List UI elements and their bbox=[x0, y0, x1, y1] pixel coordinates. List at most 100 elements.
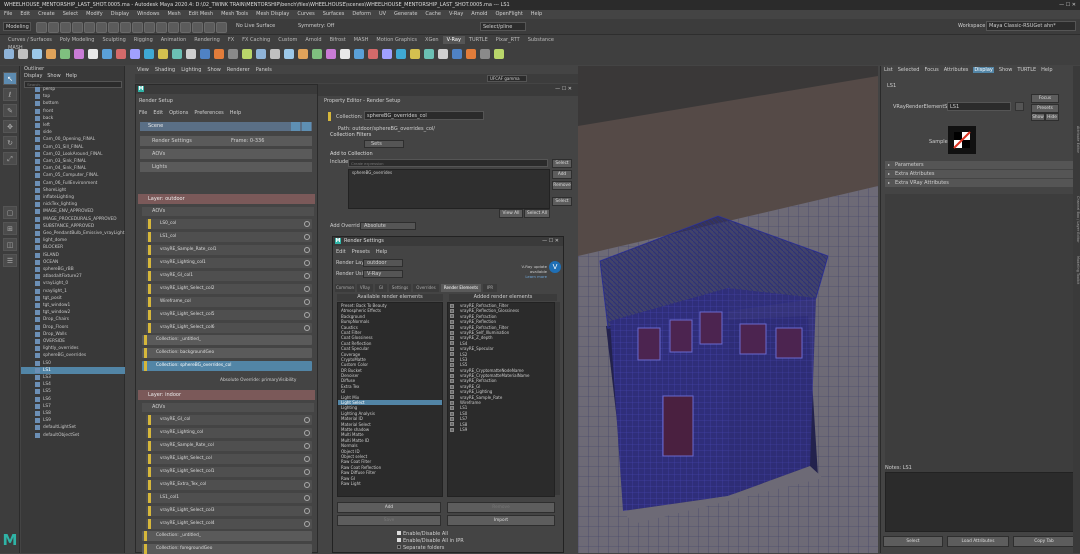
scene-render-icon[interactable] bbox=[302, 122, 311, 131]
menu-edit-mesh[interactable]: Edit Mesh bbox=[189, 10, 213, 19]
element-enabled-icon[interactable] bbox=[450, 416, 454, 421]
select-all-button[interactable]: Select All bbox=[524, 209, 550, 218]
menu-openflight[interactable]: OpenFlight bbox=[495, 10, 522, 19]
render-settings-menu-help[interactable]: Help bbox=[376, 249, 387, 255]
outliner-item[interactable]: LS8 bbox=[21, 410, 125, 417]
element-enabled-icon[interactable] bbox=[450, 411, 454, 416]
visibility-toggle-icon[interactable] bbox=[304, 508, 310, 514]
aov-collection-row[interactable]: vrayRE_Light_Select_col6 bbox=[146, 323, 312, 333]
status-tool-icon[interactable] bbox=[144, 22, 155, 33]
menu-modify[interactable]: Modify bbox=[86, 10, 103, 19]
shelf-tab[interactable]: Custom bbox=[274, 36, 301, 44]
enable-all-ipr-checkbox[interactable]: Enable/Disable All in IPR bbox=[397, 538, 464, 545]
shelf-tool-icon[interactable] bbox=[480, 49, 490, 59]
outliner-view-icon[interactable]: ☰ bbox=[3, 254, 17, 267]
shelf-tool-icon[interactable] bbox=[284, 49, 294, 59]
status-tool-icon[interactable] bbox=[192, 22, 203, 33]
outliner-item[interactable]: LS7 bbox=[21, 403, 125, 410]
render-layer-dropdown[interactable]: outdoor bbox=[363, 259, 403, 267]
outliner-item[interactable]: nickTex_lighting bbox=[21, 201, 125, 208]
shelf-tool-icon[interactable] bbox=[466, 49, 476, 59]
viewport-menu-view[interactable]: View bbox=[137, 67, 149, 73]
shelf-tool-icon[interactable] bbox=[144, 49, 154, 59]
status-tool-icon[interactable] bbox=[96, 22, 107, 33]
menu-display[interactable]: Display bbox=[111, 10, 129, 19]
outliner-item[interactable]: light_dome bbox=[21, 237, 125, 244]
paint-select-icon[interactable]: ✎ bbox=[3, 104, 17, 117]
visibility-toggle-icon[interactable] bbox=[304, 495, 310, 501]
aov-collection-row[interactable]: vrayRE_Light_Select_col bbox=[146, 454, 312, 464]
outliner-item[interactable]: Cam_04_Sink_FINAL bbox=[21, 165, 125, 172]
shelf-tab[interactable]: Arnold bbox=[301, 36, 325, 44]
render-setup-menu-edit[interactable]: Edit bbox=[153, 110, 163, 116]
collection-filter-dropdown[interactable]: Sets bbox=[364, 140, 404, 148]
aov-collection-row[interactable]: vrayRE_Sample_Rate_col bbox=[146, 441, 312, 451]
visibility-toggle-icon[interactable] bbox=[304, 260, 310, 266]
side-tab-attribute-editor[interactable]: Attribute Editor bbox=[1074, 126, 1080, 186]
collection-row[interactable]: Collection: _untitled_ bbox=[142, 335, 312, 345]
shelf-tool-icon[interactable] bbox=[228, 49, 238, 59]
layer-outdoor-row[interactable]: Layer: outdoor bbox=[138, 194, 315, 204]
shelf-tab[interactable]: Poly Modeling bbox=[56, 36, 99, 44]
shelf-tool-icon[interactable] bbox=[270, 49, 280, 59]
shelf-tab[interactable]: Curves / Surfaces bbox=[4, 36, 56, 44]
shelf-tab[interactable]: XGen bbox=[421, 36, 443, 44]
outliner-item[interactable]: LS9 bbox=[21, 417, 125, 424]
element-enabled-icon[interactable] bbox=[450, 352, 454, 357]
attribute-menu-turtle[interactable]: TURTLE bbox=[1017, 67, 1036, 73]
visibility-toggle-icon[interactable] bbox=[304, 325, 310, 331]
outliner-item[interactable]: sphereBG_rBB bbox=[21, 266, 125, 273]
menu-windows[interactable]: Windows bbox=[137, 10, 159, 19]
status-tool-icon[interactable] bbox=[36, 22, 47, 33]
render-settings-menu-presets[interactable]: Presets bbox=[352, 249, 370, 255]
status-tool-icon[interactable] bbox=[168, 22, 179, 33]
element-enabled-icon[interactable] bbox=[450, 389, 454, 394]
outliner-item[interactable]: vrayLight_0 bbox=[21, 280, 125, 287]
visibility-toggle-icon[interactable] bbox=[304, 430, 310, 436]
shelf-tool-icon[interactable] bbox=[410, 49, 420, 59]
tab-ipr[interactable]: IPR bbox=[483, 284, 497, 292]
menu-help[interactable]: Help bbox=[531, 10, 542, 19]
visibility-toggle-icon[interactable] bbox=[304, 417, 310, 423]
attribute-menu-selected[interactable]: Selected bbox=[898, 67, 920, 73]
outliner-item[interactable]: side bbox=[21, 129, 125, 136]
shelf-tool-icon[interactable] bbox=[396, 49, 406, 59]
menu-file[interactable]: File bbox=[4, 10, 12, 19]
outliner-item[interactable]: left bbox=[21, 122, 125, 129]
outliner-item[interactable]: LS0 bbox=[21, 360, 125, 367]
menu-mesh-tools[interactable]: Mesh Tools bbox=[221, 10, 248, 19]
shelf-tool-icon[interactable] bbox=[172, 49, 182, 59]
element-enabled-icon[interactable] bbox=[450, 357, 454, 362]
shelf-tool-icon[interactable] bbox=[200, 49, 210, 59]
collection-row[interactable]: Collection: _untitled_ bbox=[142, 531, 312, 541]
status-tool-icon[interactable] bbox=[84, 22, 95, 33]
outliner-item[interactable]: ISLAND bbox=[21, 252, 125, 259]
outliner-item[interactable]: OCEAN bbox=[21, 259, 125, 266]
outliner-item[interactable]: rvaylight_1 bbox=[21, 288, 125, 295]
outliner-item[interactable]: tgt_posit bbox=[21, 295, 125, 302]
element-enabled-icon[interactable] bbox=[450, 319, 454, 324]
attribute-menu-show[interactable]: Show bbox=[999, 67, 1013, 73]
enable-all-checkbox[interactable]: Enable/Disable All bbox=[397, 531, 448, 538]
menu-mesh[interactable]: Mesh bbox=[167, 10, 180, 19]
collection-name-field[interactable]: sphereBG_overrides_col bbox=[364, 111, 484, 120]
scene-row[interactable]: Scene bbox=[140, 122, 312, 131]
outliner-item[interactable]: sphereBG_overrides bbox=[21, 352, 125, 359]
add-element-button[interactable]: Add bbox=[337, 502, 441, 513]
shelf-tool-icon[interactable] bbox=[242, 49, 252, 59]
menu-deform[interactable]: Deform bbox=[352, 10, 371, 19]
outliner-item[interactable]: LS6 bbox=[21, 396, 125, 403]
aov-collection-row[interactable]: vrayRE_Light_Select_col1 bbox=[146, 467, 312, 477]
show-button[interactable]: Show bbox=[1031, 113, 1045, 121]
section-extra-vray-attributes[interactable]: ▸ Extra VRay Attributes bbox=[885, 179, 1075, 187]
viewport-menu-show[interactable]: Show bbox=[207, 67, 221, 73]
outliner-item[interactable]: LS4 bbox=[21, 381, 125, 388]
shelf-tab[interactable]: Pixar_RTT bbox=[492, 36, 524, 44]
render-setup-menu-options[interactable]: Options bbox=[169, 110, 188, 116]
side-tab-channel-box[interactable]: Channel Box / Layer Editor bbox=[1074, 196, 1080, 246]
menu-mesh-display[interactable]: Mesh Display bbox=[256, 10, 289, 19]
status-tool-icon[interactable] bbox=[72, 22, 83, 33]
property-editor-window-controls[interactable]: — ☐ ✕ bbox=[555, 86, 572, 92]
added-elements-list[interactable]: vrayRE_Refraction_Filter vrayRE_Reflectio… bbox=[447, 302, 555, 497]
outliner-item[interactable]: LS1 bbox=[21, 366, 125, 374]
